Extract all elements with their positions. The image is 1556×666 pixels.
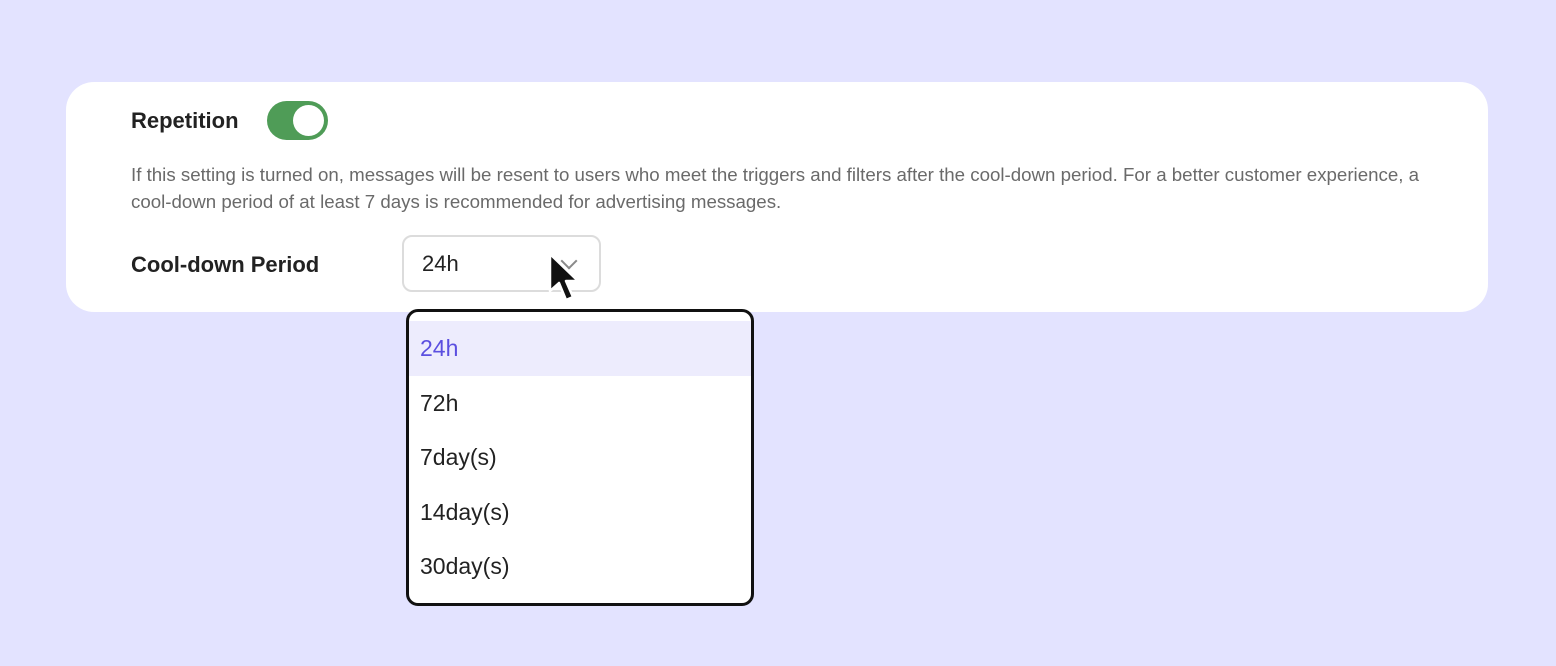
repetition-description: If this setting is turned on, messages w…: [131, 164, 1419, 212]
dropdown-option-7days[interactable]: 7day(s): [409, 430, 751, 485]
repetition-toggle[interactable]: [267, 101, 328, 140]
cooldown-options-list: 24h 72h 7day(s) 14day(s) 30day(s): [409, 321, 751, 594]
dropdown-option-72h[interactable]: 72h: [409, 376, 751, 431]
cooldown-selected-value: 24h: [422, 251, 459, 276]
dropdown-option-14days[interactable]: 14day(s): [409, 485, 751, 540]
dropdown-option-30days[interactable]: 30day(s): [409, 539, 751, 594]
cooldown-period-label: Cool-down Period: [131, 252, 320, 277]
dropdown-option-24h[interactable]: 24h: [409, 321, 751, 376]
toggle-knob: [293, 105, 324, 136]
cooldown-dropdown-menu: 24h 72h 7day(s) 14day(s) 30day(s): [406, 309, 754, 606]
cooldown-period-select[interactable]: 24h: [402, 235, 601, 292]
repetition-label: Repetition: [131, 108, 239, 133]
chevron-down-icon: [560, 252, 578, 270]
